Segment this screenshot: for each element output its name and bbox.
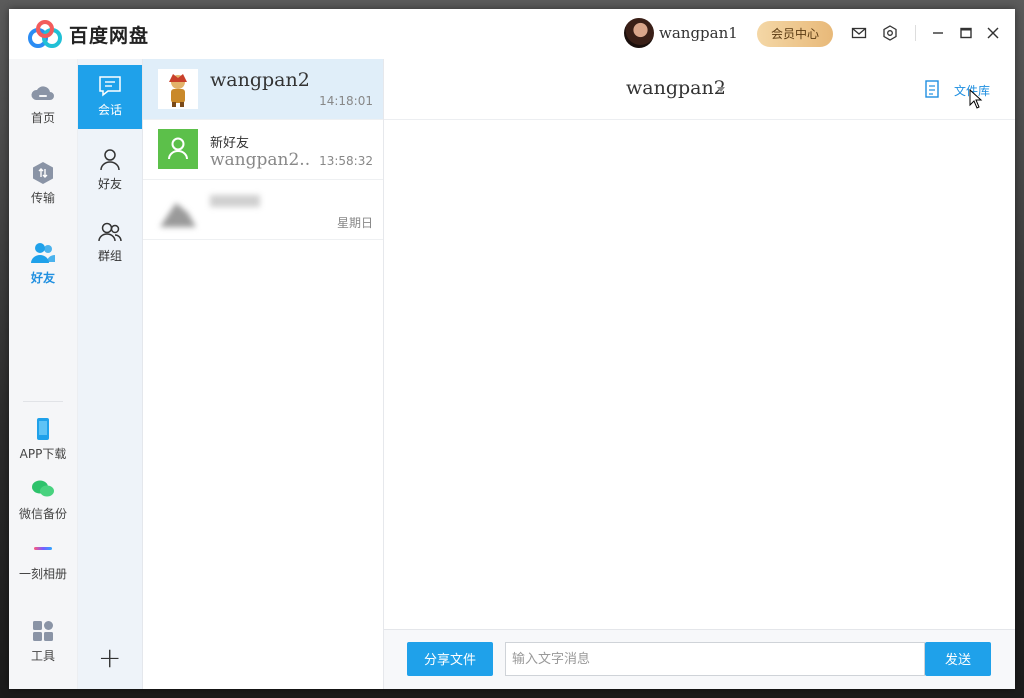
nav-divider [23, 401, 63, 402]
title-bar: 百度网盘 wangpan1 会员中心 [9, 9, 1015, 59]
conversation-item[interactable]: 新好友 wangpan2... 13:58:32 [143, 119, 383, 180]
transfer-icon [33, 162, 53, 184]
blurred-contact-name [210, 195, 260, 207]
nav-label: 首页 [30, 111, 55, 125]
message-area [384, 120, 1015, 629]
conversation-item[interactable]: wangpan2 14:18:01 [143, 59, 383, 120]
album-icon [34, 547, 52, 550]
nav-item-tools[interactable]: 工具 [9, 619, 77, 664]
app-brand: 百度网盘 [69, 25, 150, 47]
send-button[interactable]: 发送 [925, 642, 991, 676]
mouse-cursor-icon [969, 89, 983, 109]
message-time: 14:18:01 [319, 94, 373, 108]
person-icon [100, 149, 120, 171]
message-input[interactable] [505, 642, 925, 676]
baidu-netdisk-logo [28, 20, 62, 48]
add-button[interactable]: + [98, 644, 121, 672]
nav-item-app-download[interactable]: APP下载 [9, 417, 77, 462]
minimize-icon[interactable] [930, 25, 946, 41]
nav-label: APP下载 [19, 447, 67, 461]
nav-label: 一刻相册 [18, 567, 67, 581]
nav-label: 传输 [30, 191, 55, 205]
friends-subnav: 会话 好友 群组 + [78, 59, 143, 689]
nav-item-transfer[interactable]: 传输 [9, 161, 77, 206]
new-friend-avatar [158, 129, 198, 169]
group-icon [98, 222, 122, 242]
close-icon[interactable] [985, 25, 1001, 41]
nav-item-album[interactable]: 一刻相册 [9, 537, 77, 582]
contact-name: 新好友 [210, 136, 250, 151]
chevron-down-icon[interactable] [717, 87, 725, 92]
share-file-button[interactable]: 分享文件 [407, 642, 493, 676]
user-avatar[interactable] [624, 18, 654, 48]
subnav-item-friends[interactable]: 好友 [78, 139, 142, 203]
mail-icon[interactable] [851, 25, 867, 41]
message-time: 星期日 [336, 216, 373, 230]
nav-label: 微信备份 [18, 507, 67, 521]
nav-item-friends[interactable]: 好友 [9, 241, 77, 286]
gear-icon[interactable] [882, 25, 898, 41]
chat-icon [99, 76, 121, 97]
tools-icon [33, 621, 53, 641]
phone-icon [37, 418, 49, 440]
blurred-avatar [160, 203, 196, 227]
friends-icon [31, 243, 55, 263]
message-time: 13:58:32 [319, 154, 373, 168]
wechat-icon [32, 480, 54, 497]
contact-name: wangpan2 [210, 69, 310, 91]
subnav-item-groups[interactable]: 群组 [78, 211, 142, 275]
vip-center-button[interactable]: 会员中心 [757, 21, 833, 47]
file-library-icon [925, 80, 939, 98]
left-navigation: 首页 传输 好友 APP下载 微信备份 一刻相册 工具 [9, 59, 78, 689]
username[interactable]: wangpan1 [659, 24, 738, 42]
chat-pane: wangpan2 文件库 分享文件 发送 [384, 59, 1015, 689]
contact-avatar [158, 69, 198, 109]
chat-input-bar: 分享文件 发送 [384, 629, 1015, 689]
subnav-item-chats[interactable]: 会话 [78, 65, 142, 129]
cloud-icon [31, 86, 54, 100]
app-window: 百度网盘 wangpan1 会员中心 首页 传输 好友 APP下载 微信备份 一… [9, 9, 1015, 689]
conversation-item[interactable]: 星期日 [143, 179, 383, 240]
maximize-icon[interactable] [958, 25, 974, 41]
nav-label: 工具 [30, 649, 55, 663]
titlebar-divider [915, 25, 916, 41]
subnav-label: 会话 [97, 103, 122, 117]
nav-item-wechat-backup[interactable]: 微信备份 [9, 477, 77, 522]
nav-item-home[interactable]: 首页 [9, 81, 77, 126]
conversation-list: wangpan2 14:18:01 新好友 wangpan2... 13:58:… [143, 59, 384, 689]
chat-header: wangpan2 文件库 [384, 59, 1015, 120]
nav-label: 好友 [30, 271, 55, 285]
subnav-label: 好友 [97, 177, 122, 191]
subnav-label: 群组 [97, 249, 122, 263]
message-preview: wangpan2... [210, 150, 310, 170]
chat-title[interactable]: wangpan2 [626, 77, 726, 99]
